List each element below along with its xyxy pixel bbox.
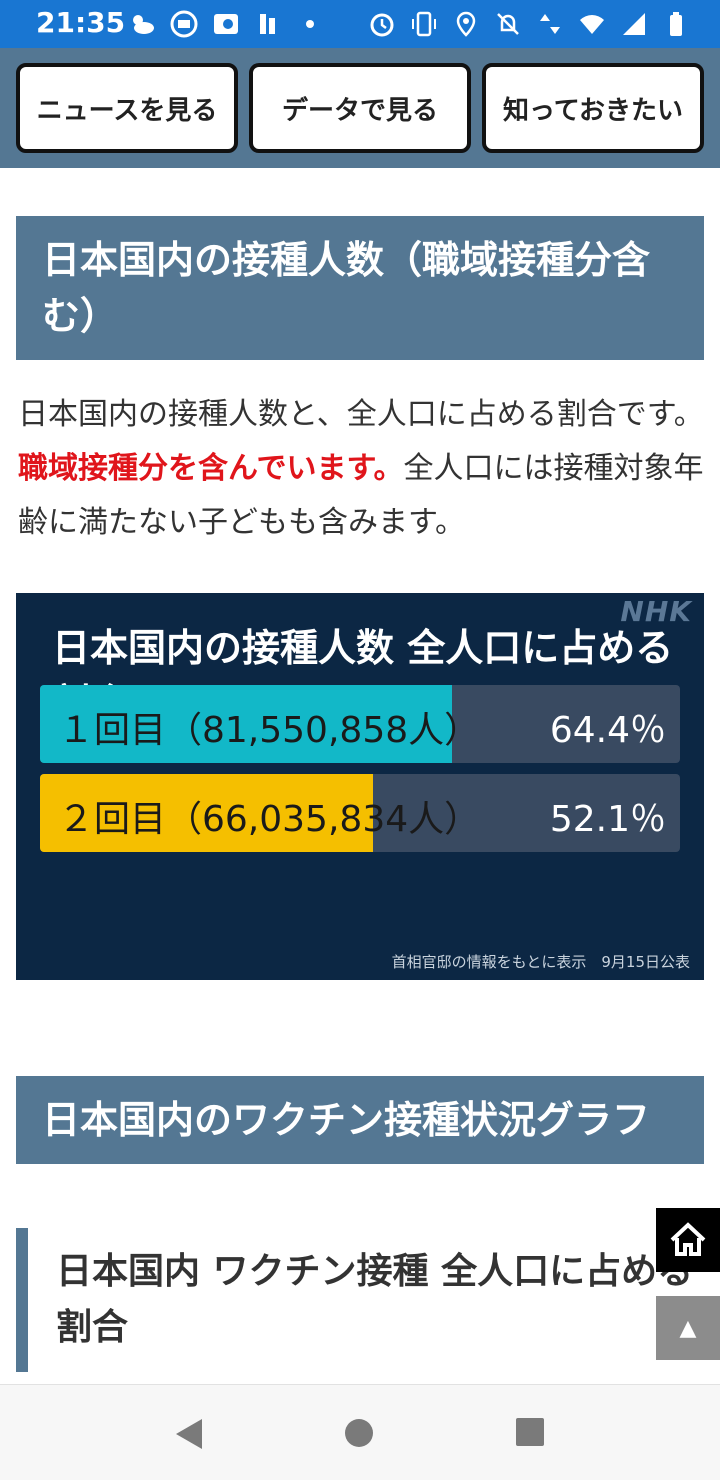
cloud-sun-icon bbox=[128, 10, 156, 38]
dnd-off-icon bbox=[494, 10, 522, 38]
status-time: 21:35 bbox=[36, 6, 126, 39]
section-title-graph: 日本国内のワクチン接種状況グラフ bbox=[16, 1076, 704, 1164]
location-icon bbox=[452, 10, 480, 38]
signal-icon bbox=[620, 10, 648, 38]
home-circle-icon[interactable] bbox=[343, 1417, 375, 1449]
bar-label-second-dose: ２回目（66,035,834人） bbox=[58, 799, 481, 840]
know-button[interactable]: 知っておきたい bbox=[482, 63, 704, 153]
sub-header-population-ratio: 日本国内 ワクチン接種 全人口に占める割合 bbox=[16, 1228, 704, 1372]
description-text: 日本国内の接種人数と、全人口に占める割合です。 bbox=[18, 397, 704, 432]
data-arrows-icon bbox=[536, 10, 564, 38]
data-button[interactable]: データで見る bbox=[249, 63, 471, 153]
status-right-icons bbox=[368, 10, 690, 38]
bar-percent-first-dose: 64.4％ bbox=[549, 710, 666, 751]
bar-percent-second-dose: 52.1％ bbox=[549, 799, 666, 840]
vaccination-chart: NHK 日本国内の接種人数 全人口に占める割合 １回目（81,550,858人）… bbox=[16, 593, 704, 980]
app-icon bbox=[212, 10, 240, 38]
news-button[interactable]: ニュースを見る bbox=[16, 63, 238, 153]
recents-icon[interactable] bbox=[515, 1417, 545, 1447]
back-icon[interactable] bbox=[172, 1417, 206, 1451]
battery-icon bbox=[662, 10, 690, 38]
status-bar: 21:35 bbox=[0, 0, 720, 48]
home-icon bbox=[670, 1222, 706, 1256]
section-description: 日本国内の接種人数と、全人口に占める割合です。職域接種分を含んでいます。全人口に… bbox=[18, 388, 708, 550]
status-left-icons bbox=[128, 10, 324, 38]
chart-source: 首相官邸の情報をもとに表示 9月15日公表 bbox=[391, 953, 690, 971]
bar-label-first-dose: １回目（81,550,858人） bbox=[58, 710, 481, 751]
home-button[interactable] bbox=[656, 1208, 720, 1272]
section-title-vaccinations: 日本国内の接種人数（職域接種分含む） bbox=[16, 216, 704, 360]
sf-icon bbox=[170, 10, 198, 38]
dot-icon bbox=[296, 10, 324, 38]
system-nav-bar bbox=[0, 1384, 720, 1480]
bar-track-second-dose: ２回目（66,035,834人） 52.1％ bbox=[40, 774, 680, 852]
vibrate-icon bbox=[410, 10, 438, 38]
description-highlight: 職域接種分を含んでいます。 bbox=[18, 451, 404, 486]
figure-icon bbox=[254, 10, 282, 38]
scroll-top-icon: ▲ bbox=[679, 1315, 697, 1341]
scroll-top-button[interactable]: ▲ bbox=[656, 1296, 720, 1360]
alarm-icon bbox=[368, 10, 396, 38]
bar-track-first-dose: １回目（81,550,858人） 64.4％ bbox=[40, 685, 680, 763]
wifi-icon bbox=[578, 10, 606, 38]
top-nav: ニュースを見る データで見る 知っておきたい bbox=[0, 48, 720, 168]
